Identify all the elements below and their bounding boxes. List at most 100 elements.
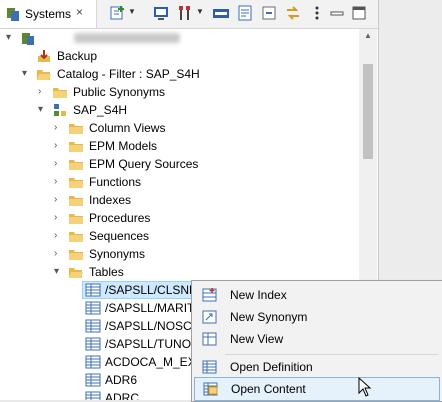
link-with-editor-icon[interactable]: [284, 4, 302, 22]
chevron-down-icon[interactable]: ▾: [6, 32, 16, 44]
new-view-icon: [202, 332, 217, 346]
table-icon: [85, 301, 101, 315]
chevron-down-icon[interactable]: ▾: [38, 104, 48, 116]
minimize-icon[interactable]: [328, 4, 346, 22]
context-menu: New Index New Synonym New View Open Defi…: [191, 280, 442, 402]
chevron-right-icon[interactable]: ›: [54, 248, 64, 260]
tree-label: SAP_S4H: [73, 103, 128, 117]
tree-item-catalog[interactable]: ▾ Catalog - Filter : SAP_S4H: [0, 65, 359, 83]
tree-label: Indexes: [89, 193, 132, 207]
chevron-right-icon[interactable]: ›: [54, 176, 64, 188]
tree-label: Functions: [89, 175, 142, 189]
open-definition-icon: [202, 360, 217, 374]
tree-label: Tables: [89, 265, 124, 279]
tree-label: ACDOCA_M_EX: [105, 355, 196, 369]
tree-label: Sequences: [89, 229, 150, 243]
folder-icon: [53, 88, 67, 98]
tree-item-system[interactable]: ▾: [0, 29, 359, 47]
schema-icon: [54, 104, 66, 116]
folder-icon: [69, 214, 83, 224]
tree-label: /SAPSLL/TUNO: [105, 337, 192, 351]
tab-systems[interactable]: Systems ×: [0, 0, 97, 28]
systems-icon: [7, 8, 19, 21]
tree-label: Column Views: [89, 121, 166, 135]
sql-icon[interactable]: [212, 4, 230, 22]
tree-item-folder[interactable]: › Sequences: [0, 227, 359, 245]
new-index-icon: [202, 288, 217, 302]
tree-item-folder[interactable]: › EPM Models: [0, 137, 359, 155]
chevron-down-icon[interactable]: ▾: [22, 68, 32, 80]
tree-item-folder[interactable]: › Column Views: [0, 119, 359, 137]
database-system-icon: [22, 33, 34, 45]
tree-item-folder[interactable]: › Procedures: [0, 209, 359, 227]
tree-item-schema[interactable]: ▾ SAP_S4H: [0, 101, 359, 119]
menu-item-label: New Index: [230, 288, 287, 302]
folder-icon: [69, 160, 83, 170]
tree-item-folder[interactable]: › Functions: [0, 173, 359, 191]
tree-item-backup[interactable]: Backup: [0, 47, 359, 65]
menu-item-label: Open Content: [231, 382, 306, 396]
tree-label: ADR6: [105, 373, 138, 387]
folder-icon: [69, 196, 83, 206]
backup-icon: [38, 50, 50, 62]
menu-item-open-definition[interactable]: Open Definition: [194, 356, 438, 378]
system-name-redacted: [74, 33, 180, 43]
tree-label: EPM Query Sources: [89, 157, 199, 171]
table-icon: [85, 283, 101, 297]
new-synonym-icon: [202, 310, 217, 324]
chevron-right-icon[interactable]: ›: [38, 86, 48, 98]
tab-label: Systems: [25, 7, 72, 21]
tree-label: Synonyms: [89, 247, 146, 261]
menu-item-label: New View: [230, 332, 284, 346]
tree-label: /SAPSLL/NOSCA: [105, 319, 200, 333]
tree-label: Public Synonyms: [73, 85, 166, 99]
chevron-down-icon[interactable]: ▾: [54, 266, 64, 278]
table-icon: [85, 373, 101, 387]
tree-label: EPM Models: [89, 139, 158, 153]
table-icon: [85, 319, 101, 333]
maximize-icon[interactable]: [350, 4, 368, 22]
tree-item-tables[interactable]: ▾ Tables: [0, 263, 359, 281]
menu-item-new-synonym[interactable]: New Synonym: [194, 306, 438, 328]
tree-label: ADRC: [105, 391, 140, 400]
folder-open-icon: [69, 268, 83, 278]
tree-item-public-synonyms[interactable]: › Public Synonyms: [0, 83, 359, 101]
chevron-right-icon[interactable]: ›: [54, 212, 64, 224]
folder-icon: [69, 178, 83, 188]
menu-item-new-index[interactable]: New Index: [194, 284, 438, 306]
sql-console-icon[interactable]: [152, 4, 170, 22]
collapse-all-icon[interactable]: [260, 4, 278, 22]
chevron-right-icon[interactable]: ›: [54, 122, 64, 134]
table-icon: [85, 355, 101, 369]
chevron-right-icon[interactable]: ›: [54, 194, 64, 206]
folder-icon: [69, 232, 83, 242]
tree-item-folder[interactable]: › EPM Query Sources: [0, 155, 359, 173]
tree-label: /SAPSLL/MARIT: [105, 301, 195, 315]
open-content-icon: [203, 382, 218, 396]
menu-item-open-content[interactable]: Open Content: [194, 377, 440, 401]
chevron-right-icon[interactable]: ›: [54, 158, 64, 170]
scroll-up-icon[interactable]: ▲: [364, 31, 372, 40]
mouse-cursor-icon: [358, 377, 372, 397]
tools-icon[interactable]: [176, 4, 194, 22]
close-icon[interactable]: ×: [76, 5, 83, 19]
add-system-icon[interactable]: [108, 4, 126, 22]
tree-item-folder[interactable]: › Synonyms: [0, 245, 359, 263]
menu-item-label: Open Definition: [230, 360, 313, 374]
dropdown-arrow-icon[interactable]: ▼: [196, 7, 204, 16]
dropdown-arrow-icon[interactable]: ▼: [128, 7, 136, 16]
tree-item-folder[interactable]: › Indexes: [0, 191, 359, 209]
menu-item-new-view[interactable]: New View: [194, 328, 438, 350]
tree-label: Catalog - Filter : SAP_S4H: [57, 67, 200, 81]
chevron-right-icon[interactable]: ›: [54, 230, 64, 242]
scroll-thumb[interactable]: [363, 64, 373, 159]
view-menu-icon[interactable]: [308, 4, 326, 22]
folder-open-icon: [37, 70, 51, 80]
folder-icon: [69, 142, 83, 152]
filter-icon[interactable]: [236, 4, 254, 22]
view-tabbar: Systems × ▼ ▼: [0, 0, 378, 29]
chevron-right-icon[interactable]: ›: [54, 140, 64, 152]
tree-label: Procedures: [89, 211, 151, 225]
folder-icon: [69, 250, 83, 260]
tree-label: Backup: [57, 49, 98, 63]
